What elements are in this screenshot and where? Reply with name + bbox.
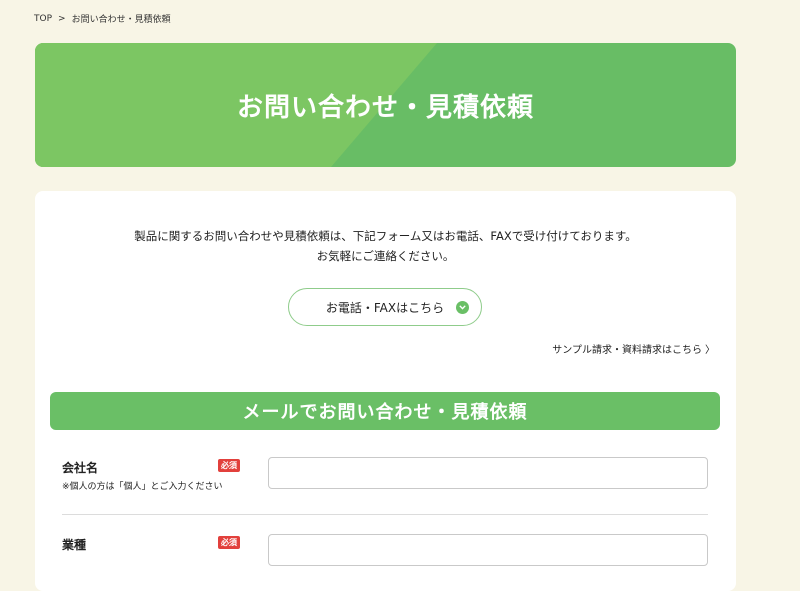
sample-request-label: サンプル請求・資料請求はこちら (552, 345, 702, 356)
required-badge: 必須 (218, 459, 240, 472)
breadcrumb-separator: > (58, 13, 66, 24)
chevron-down-icon (456, 301, 469, 314)
mail-form-section-title: メールでお問い合わせ・見積依頼 (50, 392, 720, 430)
phone-fax-button[interactable]: お電話・FAXはこちら (288, 288, 482, 326)
page-title: お問い合わせ・見積依頼 (236, 92, 534, 123)
company-name-note: ※個人の方は「個人」とご入力ください (62, 482, 223, 492)
required-badge: 必須 (218, 536, 240, 549)
breadcrumb-current: お問い合わせ・見積依頼 (71, 15, 171, 25)
chevron-right-icon: 〉 (705, 345, 715, 356)
intro-text: 製品に関するお問い合わせや見積依頼は、下記フォーム又はお電話、FAXで受け付けて… (35, 226, 736, 266)
contact-card: 製品に関するお問い合わせや見積依頼は、下記フォーム又はお電話、FAXで受け付けて… (35, 191, 736, 591)
field-divider (62, 514, 708, 515)
breadcrumb: TOP > お問い合わせ・見積依頼 (34, 12, 171, 26)
industry-label: 業種 (62, 538, 87, 552)
company-name-input[interactable] (268, 457, 708, 489)
phone-fax-button-label: お電話・FAXはこちら (325, 300, 445, 315)
intro-line-1: 製品に関するお問い合わせや見積依頼は、下記フォーム又はお電話、FAXで受け付けて… (134, 229, 637, 243)
company-name-label: 会社名 (62, 461, 99, 475)
sample-request-link[interactable]: サンプル請求・資料請求はこちら〉 (552, 341, 715, 356)
breadcrumb-home-link[interactable]: TOP (34, 14, 52, 24)
intro-line-2: お気軽にご連絡ください。 (316, 249, 455, 263)
industry-input[interactable] (268, 534, 708, 566)
hero-banner: お問い合わせ・見積依頼 (35, 43, 736, 167)
